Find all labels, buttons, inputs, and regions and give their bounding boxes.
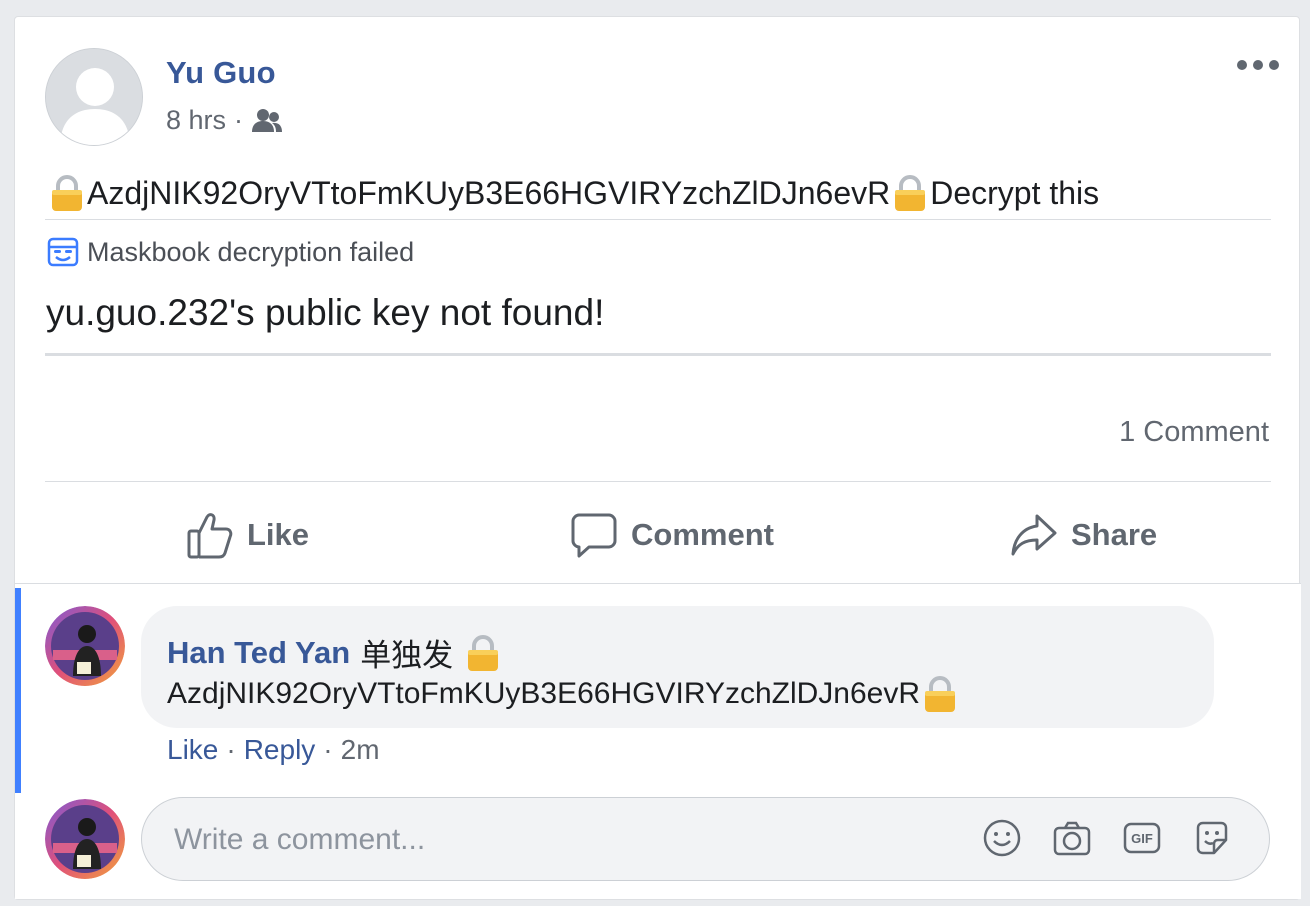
comment-like-link[interactable]: Like — [167, 734, 218, 766]
comment-input[interactable] — [172, 818, 936, 862]
speech-bubble-icon — [571, 513, 617, 558]
gif-icon[interactable]: GIF — [1122, 818, 1162, 858]
comment-action-separator: · — [323, 734, 333, 765]
decryption-error-message: yu.guo.232's public key not found! — [46, 292, 605, 333]
post-trailing-text: Decrypt this — [930, 174, 1100, 211]
maskbook-status-text: Maskbook decryption failed — [87, 236, 415, 267]
lock-icon — [468, 634, 499, 671]
share-label: Share — [1071, 517, 1158, 552]
default-avatar-icon — [46, 49, 142, 145]
comment-count[interactable]: 1 Comment — [1119, 416, 1269, 449]
maskbook-status: Maskbook decryption failed — [47, 236, 414, 268]
commenter-avatar[interactable] — [45, 606, 125, 686]
commenter-name[interactable]: Han Ted Yan — [167, 635, 350, 671]
comment-button[interactable]: Comment — [571, 505, 774, 565]
comment-header: Han Ted Yan 单独发 — [167, 630, 503, 675]
comment-prefix-text: 单独发 — [360, 638, 454, 673]
post-body: AzdjNIK92OryVTtoFmKUyB3E66HGVIRYzchZlDJn… — [47, 173, 1099, 213]
like-label: Like — [247, 517, 310, 552]
friends-icon[interactable] — [251, 108, 283, 134]
post-timestamp[interactable]: 8 hrs — [166, 105, 226, 136]
share-arrow-icon — [1011, 514, 1057, 556]
comment-reply-link[interactable]: Reply — [244, 734, 316, 766]
comment-timestamp[interactable]: 2m — [341, 734, 380, 766]
svg-text:GIF: GIF — [1131, 831, 1153, 846]
comment-actions: Like · Reply · 2m — [167, 734, 380, 766]
comment-body: AzdjNIK92OryVTtoFmKUyB3E66HGVIRYzchZlDJn… — [167, 674, 960, 714]
lock-icon — [895, 175, 926, 211]
comment-label: Comment — [631, 517, 774, 552]
current-user-avatar[interactable] — [45, 799, 125, 879]
post-card: Yu Guo 8 hrs · AzdjNIK92OryVTtoFmKUyB3E6… — [14, 16, 1301, 900]
lock-icon — [925, 676, 956, 712]
camera-icon[interactable] — [1052, 818, 1092, 858]
divider — [45, 219, 1271, 220]
author-avatar[interactable] — [45, 48, 143, 146]
comment-composer: GIF — [141, 797, 1270, 881]
emoji-icon[interactable] — [982, 818, 1022, 858]
comment-encrypted-payload: AzdjNIK92OryVTtoFmKUyB3E66HGVIRYzchZlDJn… — [167, 677, 921, 710]
ellipsis-icon[interactable] — [1236, 55, 1280, 75]
encrypted-payload: AzdjNIK92OryVTtoFmKUyB3E66HGVIRYzchZlDJn… — [87, 174, 891, 211]
share-button[interactable]: Share — [1011, 505, 1157, 565]
sticker-icon[interactable] — [1192, 818, 1232, 858]
post-meta: 8 hrs · — [166, 105, 283, 136]
lock-icon — [52, 175, 82, 211]
avatar-photo-icon — [45, 799, 125, 879]
comment-bubble: Han Ted Yan 单独发 AzdjNIK92OryVTtoFmKUyB3E… — [141, 606, 1214, 728]
composer-tools: GIF — [982, 818, 1232, 858]
active-comment-indicator — [15, 588, 21, 793]
avatar-photo-icon — [45, 606, 125, 686]
meta-separator: · — [234, 105, 244, 135]
post-actions: Like Comment Share — [45, 505, 1271, 565]
divider — [45, 481, 1271, 482]
comment-action-separator: · — [226, 734, 236, 765]
maskbook-icon — [47, 237, 79, 267]
thumbs-up-icon — [187, 513, 233, 559]
post-author-name[interactable]: Yu Guo — [166, 55, 276, 91]
divider — [45, 353, 1271, 356]
like-button[interactable]: Like — [187, 505, 309, 565]
comments-section: Han Ted Yan 单独发 AzdjNIK92OryVTtoFmKUyB3E… — [15, 584, 1301, 899]
